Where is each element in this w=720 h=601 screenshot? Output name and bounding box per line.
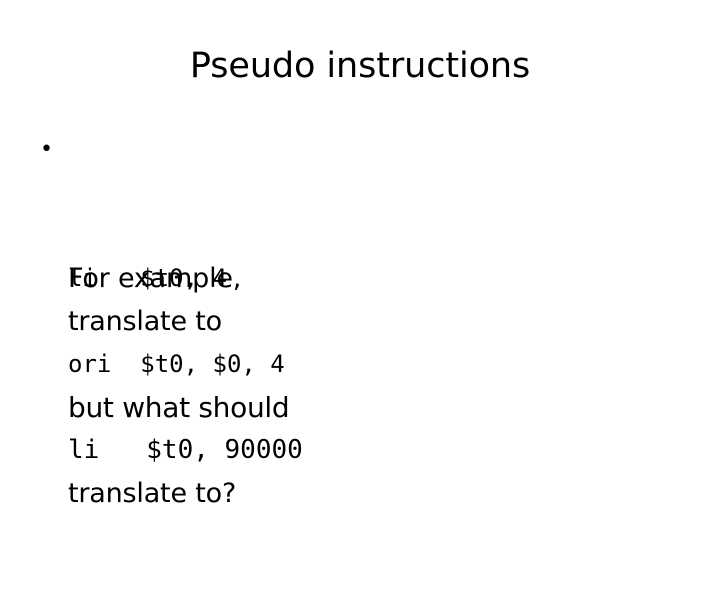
list-item-label: translate to? <box>68 478 237 509</box>
list-item: • For example, <box>38 128 678 294</box>
code-line: ori $t0, $0, 4 <box>38 257 678 378</box>
code-line: li $t0, 90000 <box>38 343 678 465</box>
list-item: translate to? <box>38 386 678 509</box>
slide-canvas: Pseudo instructions • For example, li $t… <box>0 0 720 540</box>
bullet-list: • For example, li $t0, 4 translate to or… <box>38 128 678 509</box>
page-title: Pseudo instructions <box>189 46 531 86</box>
list-item: translate to <box>38 214 678 337</box>
bullet-icon: • <box>40 137 53 162</box>
code-line: li $t0, 4 <box>38 171 678 292</box>
list-item: but what should <box>38 300 678 424</box>
